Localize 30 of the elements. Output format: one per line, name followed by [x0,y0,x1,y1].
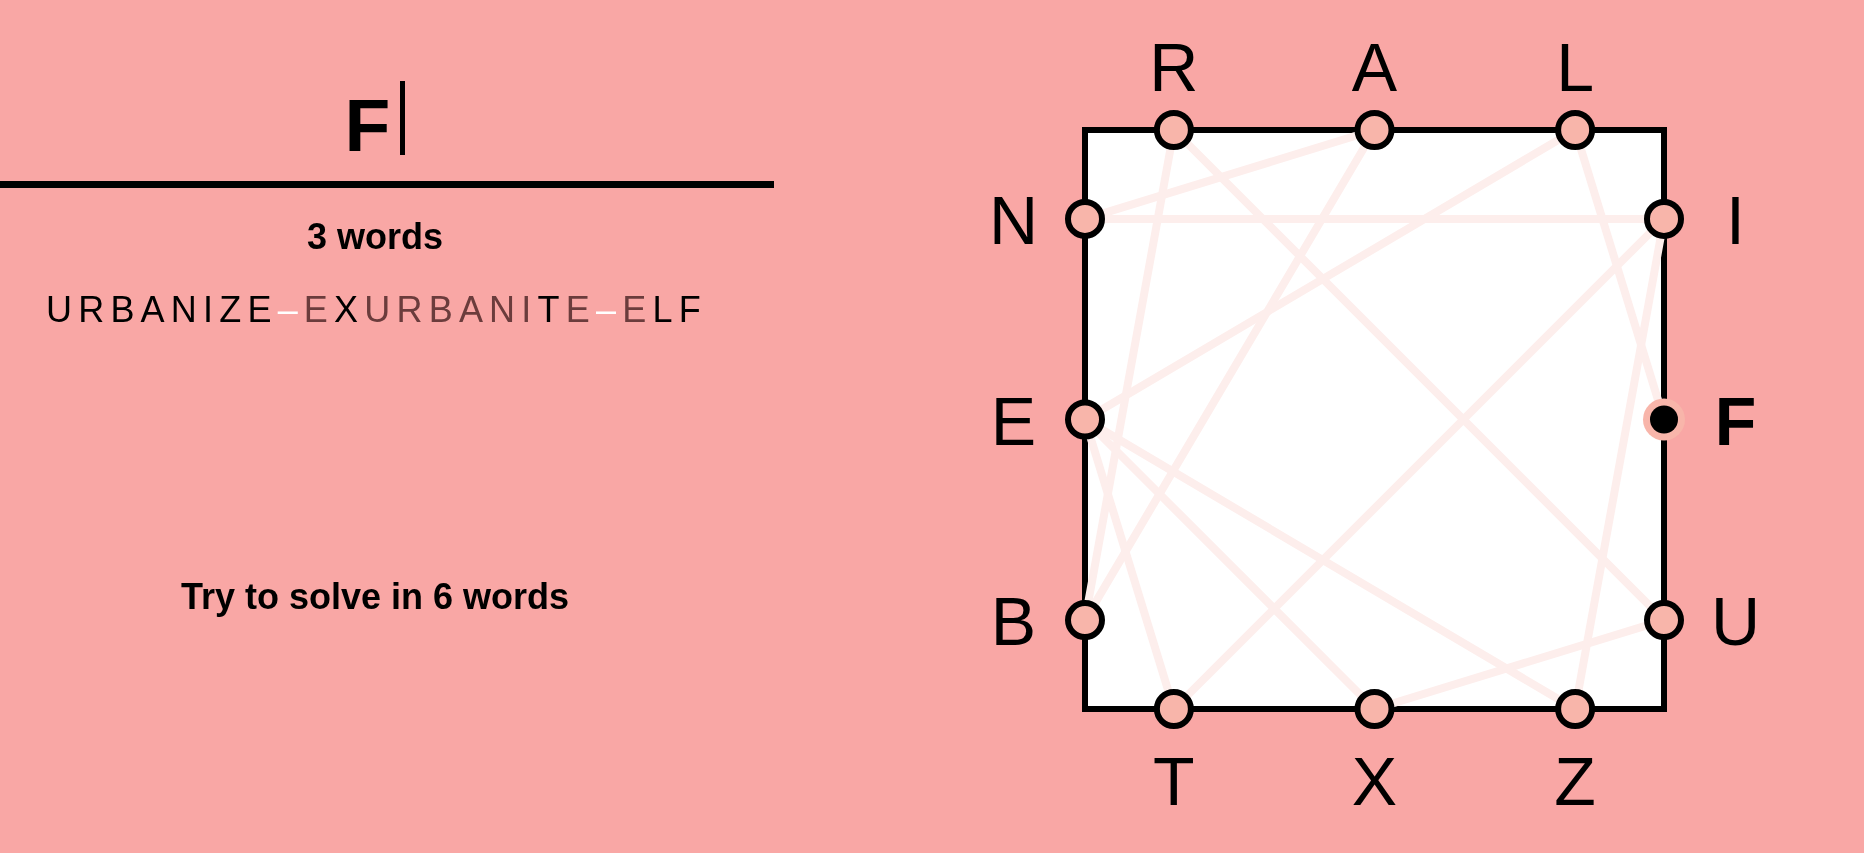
letter-node[interactable] [1555,110,1596,150]
letter-node[interactable] [1065,399,1105,440]
letter-node[interactable] [1354,110,1395,150]
letter-node[interactable] [1153,689,1194,729]
letter-node[interactable] [1644,600,1684,641]
letter-label: U [1710,583,1761,660]
letter-node[interactable] [1065,198,1105,239]
word-separator: – [595,292,623,328]
current-letter-node[interactable] [1643,398,1685,441]
letter-label: E [990,382,1037,459]
letter-label: X [1351,743,1398,819]
letter-node[interactable] [1153,110,1194,150]
letter-label: L [1556,29,1595,105]
letter-node[interactable] [1354,689,1395,729]
letter-node[interactable] [1644,198,1684,239]
letter-label: Z [1554,743,1596,819]
letter-label: I [1726,181,1745,258]
letter-node[interactable] [1555,689,1596,729]
letter-label: B [990,583,1037,660]
word-separator: – [277,292,304,328]
letter-label: R [1149,29,1199,105]
letter-label: A [1351,29,1398,105]
goal-text: Try to solve in 6 words [180,579,570,615]
word-input[interactable]: F [0,60,774,188]
letter-label: F [1714,382,1757,459]
played-word: URBANIZE [46,292,278,328]
word-count: 3 words [306,219,443,255]
letter-node[interactable] [1065,600,1105,641]
letter-label: N [988,181,1039,258]
letter-label: T [1153,743,1195,819]
